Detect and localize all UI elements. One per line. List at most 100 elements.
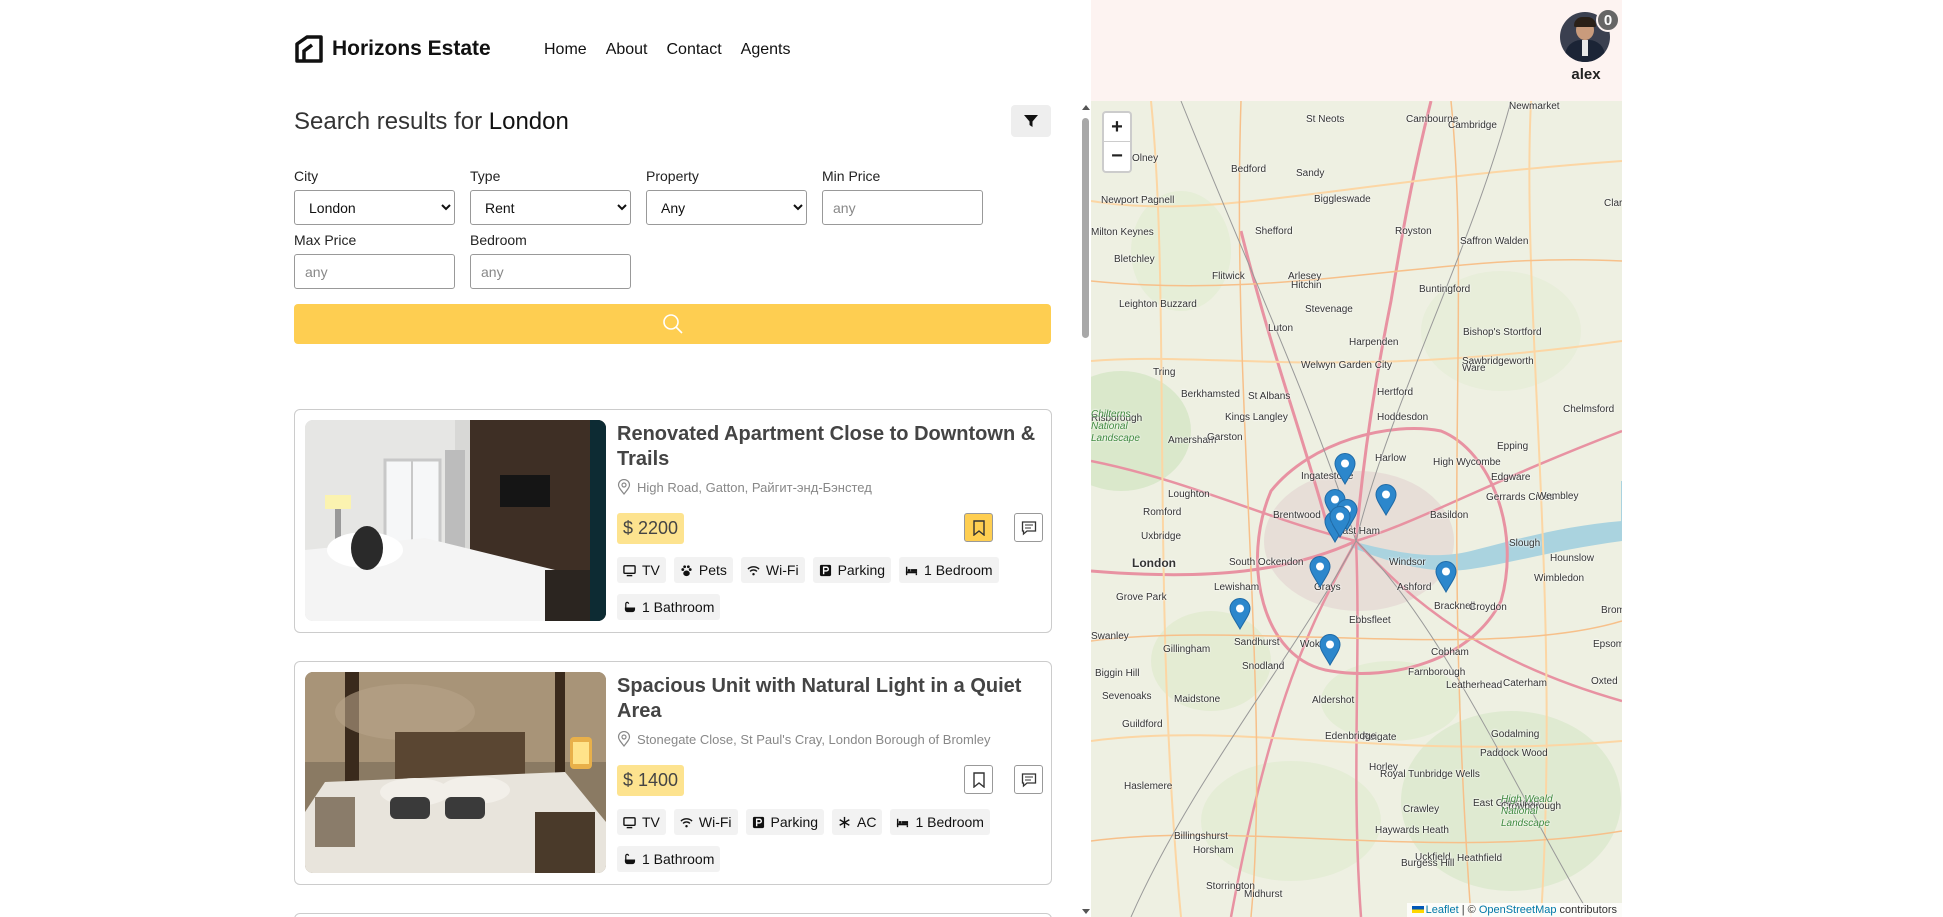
map-marker-icon[interactable] <box>1229 598 1251 630</box>
listing-image[interactable] <box>305 420 606 621</box>
listing-address-text: Stonegate Close, St Paul's Cray, London … <box>637 731 991 747</box>
map-place-label: Cobham <box>1431 647 1469 658</box>
min-price-field: Min Price <box>822 168 983 225</box>
bedroom-input[interactable] <box>470 254 631 289</box>
map-place-label: St Neots <box>1306 114 1345 125</box>
max-price-field: Max Price <box>294 232 455 289</box>
listing-title[interactable]: Renovated Apartment Close to Downtown & … <box>617 422 1037 472</box>
search-button[interactable] <box>294 304 1051 344</box>
map-marker-icon[interactable] <box>1329 506 1351 538</box>
scroll-up-arrow-icon[interactable] <box>1082 105 1090 110</box>
map-place-label: Loughton <box>1168 489 1210 500</box>
nav-contact[interactable]: Contact <box>667 41 722 59</box>
chat-button[interactable] <box>1014 513 1043 542</box>
map-place-label: Biggleswade <box>1314 194 1371 205</box>
listing-image[interactable] <box>305 672 606 873</box>
property-field: Property Any <box>646 168 807 225</box>
list-scrollbar[interactable] <box>1080 102 1090 917</box>
city-select[interactable]: London <box>294 190 455 225</box>
bed-icon <box>897 818 909 827</box>
zoom-in-button[interactable]: + <box>1104 113 1130 142</box>
map-place-label: Snodland <box>1242 661 1285 672</box>
parking-icon <box>819 564 831 576</box>
nav-agents[interactable]: Agents <box>741 41 791 59</box>
map-place-label: Storrington <box>1206 881 1255 892</box>
search-title-prefix: Search results for <box>294 108 483 135</box>
listing-card[interactable] <box>294 913 1052 917</box>
map-place-label: Leighton Buzzard <box>1119 299 1197 310</box>
feature-bedroom: 1 Bedroom <box>899 557 999 583</box>
city-field: City London <box>294 168 455 225</box>
save-button[interactable] <box>964 765 993 794</box>
paw-icon <box>681 564 692 576</box>
map-marker-icon[interactable] <box>1334 453 1356 485</box>
type-select[interactable]: Rent <box>470 190 631 225</box>
chat-button[interactable] <box>1014 765 1043 794</box>
map-marker-icon[interactable] <box>1309 556 1331 588</box>
leaflet-link[interactable]: Leaflet <box>1426 904 1459 916</box>
nav-about[interactable]: About <box>606 41 648 59</box>
page: Horizons Estate Home About Contact Agent… <box>0 0 1943 917</box>
parking-icon <box>752 816 764 828</box>
map-place-label: Edgware <box>1491 472 1531 483</box>
map-place-label: Olney <box>1132 153 1159 164</box>
location-pin-icon <box>617 731 631 747</box>
map-place-label: Tring <box>1153 367 1176 378</box>
map-place-label: Hoddesdon <box>1377 412 1429 423</box>
map-place-label: Aldershot <box>1312 695 1355 706</box>
filter-button[interactable] <box>1011 105 1051 137</box>
map-place-label: Crawley <box>1403 804 1440 815</box>
map-marker-icon[interactable] <box>1435 561 1457 593</box>
osm-link[interactable]: OpenStreetMap <box>1479 904 1557 916</box>
map-place-label: Milton Keynes <box>1091 227 1154 238</box>
map-place-label: Oxted <box>1591 676 1618 687</box>
listing-address: Stonegate Close, St Paul's Cray, London … <box>617 731 990 747</box>
wifi-icon <box>747 565 760 575</box>
save-button[interactable] <box>964 513 993 542</box>
user-profile[interactable]: 0 alex <box>1560 8 1620 83</box>
brand-logo[interactable]: Horizons Estate <box>294 34 491 64</box>
map-place-label: Sevenoaks <box>1102 691 1152 702</box>
listing-card[interactable]: Spacious Unit with Natural Light in a Qu… <box>294 661 1052 885</box>
property-select[interactable]: Any <box>646 190 807 225</box>
map-place-label: Windsor <box>1389 557 1426 568</box>
feature-tv: TV <box>617 809 666 835</box>
snowflake-icon <box>839 816 850 828</box>
map-place-label: Shefford <box>1255 226 1293 237</box>
property-label: Property <box>646 168 699 184</box>
map-place-label: Burgess Hill <box>1401 858 1455 869</box>
map-place-label: Godalming <box>1491 729 1540 740</box>
map-place-label: Ebbsfleet <box>1349 615 1391 626</box>
type-label: Type <box>470 168 501 184</box>
scroll-thumb[interactable] <box>1082 118 1089 338</box>
map-place-label: Epsom <box>1593 639 1622 650</box>
feature-ac: AC <box>832 809 883 835</box>
listing-card[interactable]: Renovated Apartment Close to Downtown & … <box>294 409 1052 633</box>
listing-features: TV Pets Wi-Fi Parking 1 Bedroom 1 Bathro… <box>617 557 1037 620</box>
location-pin-icon <box>617 479 631 495</box>
max-price-label: Max Price <box>294 232 357 248</box>
map-marker-icon[interactable] <box>1375 484 1397 516</box>
map[interactable]: St Neots Cambourne Cambridge Newmarket Olney… <box>1091 101 1622 917</box>
filter-icon <box>1024 115 1038 127</box>
map-place-label: Grove Park <box>1116 592 1167 603</box>
map-place-label: Billingshurst <box>1174 831 1228 842</box>
city-label: City <box>294 168 319 184</box>
map-place-label: Edenbridge <box>1325 731 1377 742</box>
map-place-label: Bishop's Stortford <box>1463 327 1542 338</box>
scroll-down-arrow-icon[interactable] <box>1082 909 1090 914</box>
map-place-label: Epping <box>1497 441 1529 452</box>
listing-title[interactable]: Spacious Unit with Natural Light in a Qu… <box>617 674 1037 724</box>
max-price-input[interactable] <box>294 254 455 289</box>
type-field: Type Rent <box>470 168 631 225</box>
zoom-out-button[interactable]: − <box>1104 142 1130 171</box>
min-price-input[interactable] <box>822 190 983 225</box>
ukraine-flag-icon <box>1411 906 1424 913</box>
search-title-city: London <box>488 108 569 135</box>
map-place-label: Clar <box>1604 198 1622 209</box>
brand-name: Horizons Estate <box>332 37 491 60</box>
map-place-label: Guildford <box>1122 719 1163 730</box>
map-place-label: Royal Tunbridge Wells <box>1380 769 1480 780</box>
nav-home[interactable]: Home <box>544 41 587 59</box>
map-marker-icon[interactable] <box>1319 634 1341 666</box>
